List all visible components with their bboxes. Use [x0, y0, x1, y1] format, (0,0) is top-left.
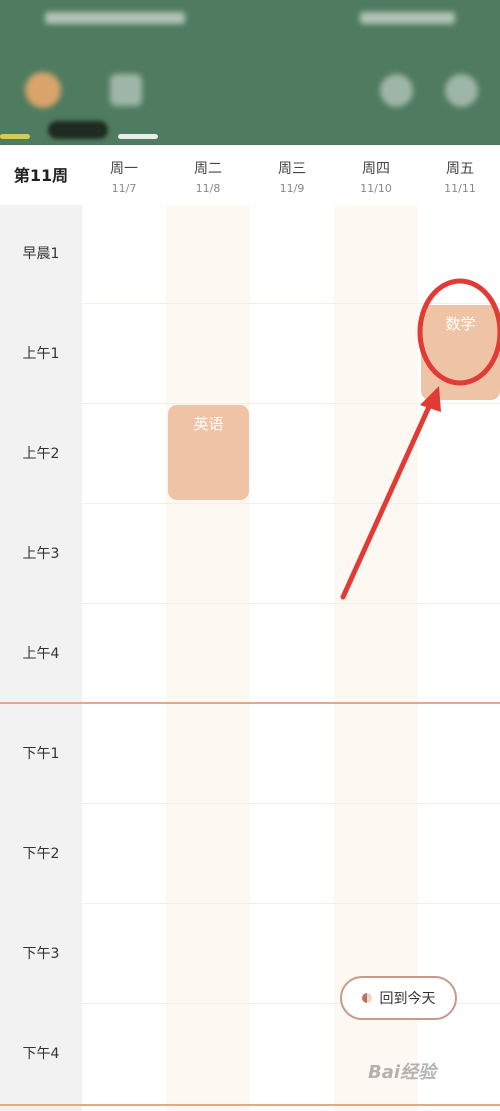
theme-icon[interactable]	[25, 72, 61, 108]
swatch-dark[interactable]	[48, 121, 108, 139]
title-line1	[175, 66, 325, 84]
day-date: 11/10	[360, 182, 392, 195]
row-divider	[82, 603, 500, 604]
slot-label: 下午3	[22, 946, 60, 962]
day-header-wed: 周三 11/9	[250, 158, 334, 195]
slot-label: 早晨1	[22, 246, 60, 262]
slot-label: 下午1	[22, 746, 60, 762]
day-header-mon: 周一 11/7	[82, 158, 166, 195]
theme-swatches[interactable]	[0, 118, 200, 145]
today-indicator-icon	[361, 993, 372, 1003]
slot-label: 上午4	[22, 646, 60, 662]
row-divider	[82, 503, 500, 504]
schedule-title[interactable]	[175, 66, 325, 102]
day-name: 周五	[446, 161, 474, 177]
status-bar-left	[45, 12, 185, 24]
course-card-english[interactable]: 英语	[168, 405, 249, 500]
swatch-yellow[interactable]	[0, 134, 30, 139]
day-date: 11/11	[444, 182, 476, 195]
status-bar-right	[360, 12, 455, 24]
row-divider	[82, 303, 500, 304]
day-name: 周三	[278, 161, 306, 177]
settings-icon[interactable]	[445, 74, 478, 107]
day-name: 周四	[362, 161, 390, 177]
row-divider	[82, 803, 500, 804]
day-date: 11/8	[195, 182, 221, 195]
return-today-button[interactable]: 回到今天	[340, 976, 457, 1020]
day-date: 11/7	[111, 182, 137, 195]
day-header-fri: 周五 11/11	[418, 158, 500, 195]
slot-label: 下午2	[22, 846, 60, 862]
week-label[interactable]: 第11周	[0, 162, 82, 186]
swatch-white[interactable]	[118, 134, 158, 139]
column-tint-tue	[166, 205, 250, 1111]
watermark-text: Bai经验	[368, 1062, 437, 1083]
slot-label: 上午1	[22, 346, 60, 362]
day-name: 周一	[110, 161, 138, 177]
day-header-tue: 周二 11/8	[166, 158, 250, 195]
row-divider	[82, 903, 500, 904]
slot-label: 上午2	[22, 446, 60, 462]
bottom-divider	[0, 1104, 500, 1106]
row-divider	[82, 403, 500, 404]
calendar-icon[interactable]	[110, 74, 142, 106]
day-name: 周二	[194, 161, 222, 177]
day-header-thu: 周四 11/10	[334, 158, 418, 195]
week-header: 第11周 周一 11/7 周二 11/8 周三 11/9 周四 11/10 周五…	[0, 145, 500, 205]
return-today-label: 回到今天	[379, 991, 436, 1007]
title-line2	[175, 88, 325, 102]
watermark: Bai经验	[368, 1058, 478, 1094]
noon-divider	[0, 702, 500, 704]
course-card-math[interactable]: 数学	[421, 305, 500, 400]
slot-label: 上午3	[22, 546, 60, 562]
slot-label: 下午4	[22, 1046, 60, 1062]
day-date: 11/9	[279, 182, 305, 195]
add-icon[interactable]	[380, 74, 413, 107]
time-column: 早晨1 上午1 上午2 上午3 上午4 下午1 下午2 下午3 下午4	[0, 205, 82, 1111]
app-header	[0, 0, 500, 145]
